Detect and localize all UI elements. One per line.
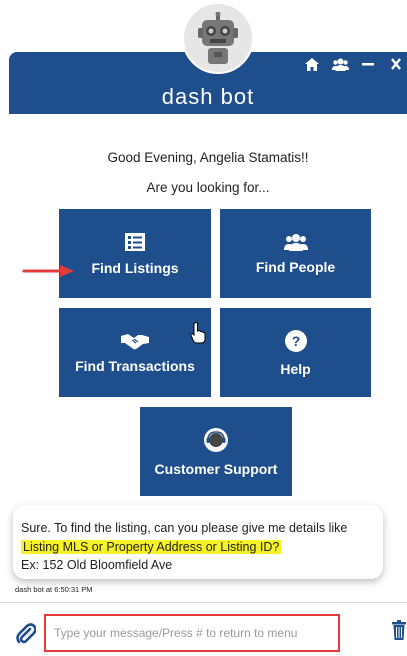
message-example-line: Ex: 152 Old Bloomfield Ave xyxy=(21,558,173,572)
bot-avatar xyxy=(182,2,254,74)
hand-cursor-icon xyxy=(190,322,206,344)
question-text: Are you looking for... xyxy=(146,180,270,195)
find-people-button[interactable]: Find People xyxy=(220,209,371,298)
people-icon xyxy=(283,233,308,251)
bot-message-bubble: Sure. To find the listing, can you pleas… xyxy=(13,505,383,579)
greeting-text: Good Evening, Angelia Stamatis!! xyxy=(107,150,309,165)
header-actions xyxy=(303,56,405,72)
message-timestamp: dash bot at 6:50:31 PM xyxy=(15,585,93,594)
find-people-label: Find People xyxy=(255,258,336,275)
help-button[interactable]: ? Help xyxy=(220,308,371,397)
help-label: Help xyxy=(280,360,311,377)
handshake-icon xyxy=(121,333,149,349)
customer-support-label: Customer Support xyxy=(154,460,278,477)
message-highlight-line: Listing MLS or Property Address or Listi… xyxy=(21,540,282,554)
minimize-icon[interactable] xyxy=(359,56,377,72)
headset-icon xyxy=(204,427,228,452)
question-icon: ? xyxy=(284,329,307,352)
customer-support-button[interactable]: Customer Support xyxy=(140,407,292,496)
home-icon[interactable] xyxy=(303,56,321,72)
paperclip-icon[interactable] xyxy=(16,623,36,645)
robot-icon xyxy=(198,12,238,64)
message-input[interactable] xyxy=(44,614,340,652)
bot-title: dash bot xyxy=(161,84,255,109)
find-listings-button[interactable]: Find Listings xyxy=(59,209,211,298)
people-icon[interactable] xyxy=(331,56,349,72)
find-listings-label: Find Listings xyxy=(91,259,179,276)
svg-text:?: ? xyxy=(291,333,300,349)
message-line: Sure. To find the listing, can you pleas… xyxy=(21,521,348,535)
annotation-arrow-icon xyxy=(22,265,74,277)
composer-divider xyxy=(0,602,407,603)
highlighted-text: Listing MLS or Property Address or Listi… xyxy=(21,540,282,554)
find-transactions-button[interactable]: Find Transactions xyxy=(59,308,211,397)
close-icon[interactable] xyxy=(387,56,405,72)
trash-icon[interactable] xyxy=(392,620,406,640)
find-transactions-label: Find Transactions xyxy=(75,357,195,374)
listings-icon xyxy=(125,232,145,251)
